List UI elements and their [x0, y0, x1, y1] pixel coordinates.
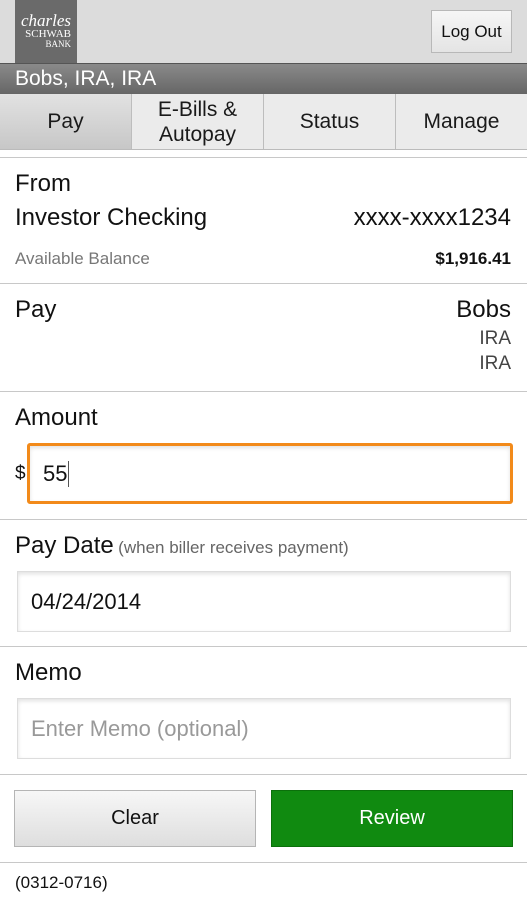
from-account-name: Investor Checking	[15, 204, 208, 231]
logo-line-1: charles	[20, 11, 71, 30]
tab-pay[interactable]: Pay	[0, 94, 132, 149]
tab-status[interactable]: Status	[264, 94, 396, 149]
top-bar: charles SCHWAB BANK Log Out	[0, 0, 527, 63]
amount-label: Amount	[15, 404, 98, 431]
tab-bar: Pay E-Bills & Autopay Status Manage	[0, 94, 527, 150]
tab-ebills-autopay[interactable]: E-Bills & Autopay	[132, 94, 264, 149]
review-button[interactable]: Review	[271, 790, 513, 847]
footer-code: (0312-0716)	[15, 873, 108, 892]
logo-line-3: BANK	[45, 39, 71, 49]
pay-date-value: 04/24/2014	[31, 588, 142, 614]
amount-value: 55	[43, 460, 68, 486]
memo-label: Memo	[15, 659, 82, 686]
divider	[0, 862, 527, 863]
clear-button[interactable]: Clear	[14, 790, 256, 847]
pay-date-label-row: Pay Date (when biller receives payment)	[15, 532, 349, 560]
log-out-button[interactable]: Log Out	[431, 10, 512, 53]
divider	[0, 646, 527, 647]
divider	[0, 774, 527, 775]
memo-input[interactable]: Enter Memo (optional)	[17, 698, 511, 759]
pay-date-input[interactable]: 04/24/2014	[17, 571, 511, 632]
charles-schwab-bank-logo: charles SCHWAB BANK	[15, 0, 77, 63]
available-balance-value: $1,916.41	[435, 249, 511, 268]
pay-date-label: Pay Date	[15, 532, 114, 559]
payee-line-3: IRA	[479, 353, 511, 374]
memo-placeholder: Enter Memo (optional)	[31, 715, 249, 741]
tab-manage[interactable]: Manage	[396, 94, 527, 149]
available-balance-label: Available Balance	[15, 249, 150, 268]
currency-symbol: $	[15, 463, 26, 484]
payee-name: Bobs	[456, 296, 511, 323]
text-cursor	[68, 460, 70, 487]
divider	[0, 157, 527, 158]
payee-line-2: IRA	[479, 328, 511, 349]
from-label: From	[15, 170, 71, 197]
divider	[0, 391, 527, 392]
amount-input[interactable]: 55	[27, 443, 513, 504]
payee-title: Bobs, IRA, IRA	[0, 63, 527, 94]
from-account-number: xxxx-xxxx1234	[353, 204, 511, 231]
pay-date-hint: (when biller receives payment)	[118, 538, 349, 557]
divider	[0, 519, 527, 520]
divider	[0, 283, 527, 284]
pay-label: Pay	[15, 296, 57, 323]
